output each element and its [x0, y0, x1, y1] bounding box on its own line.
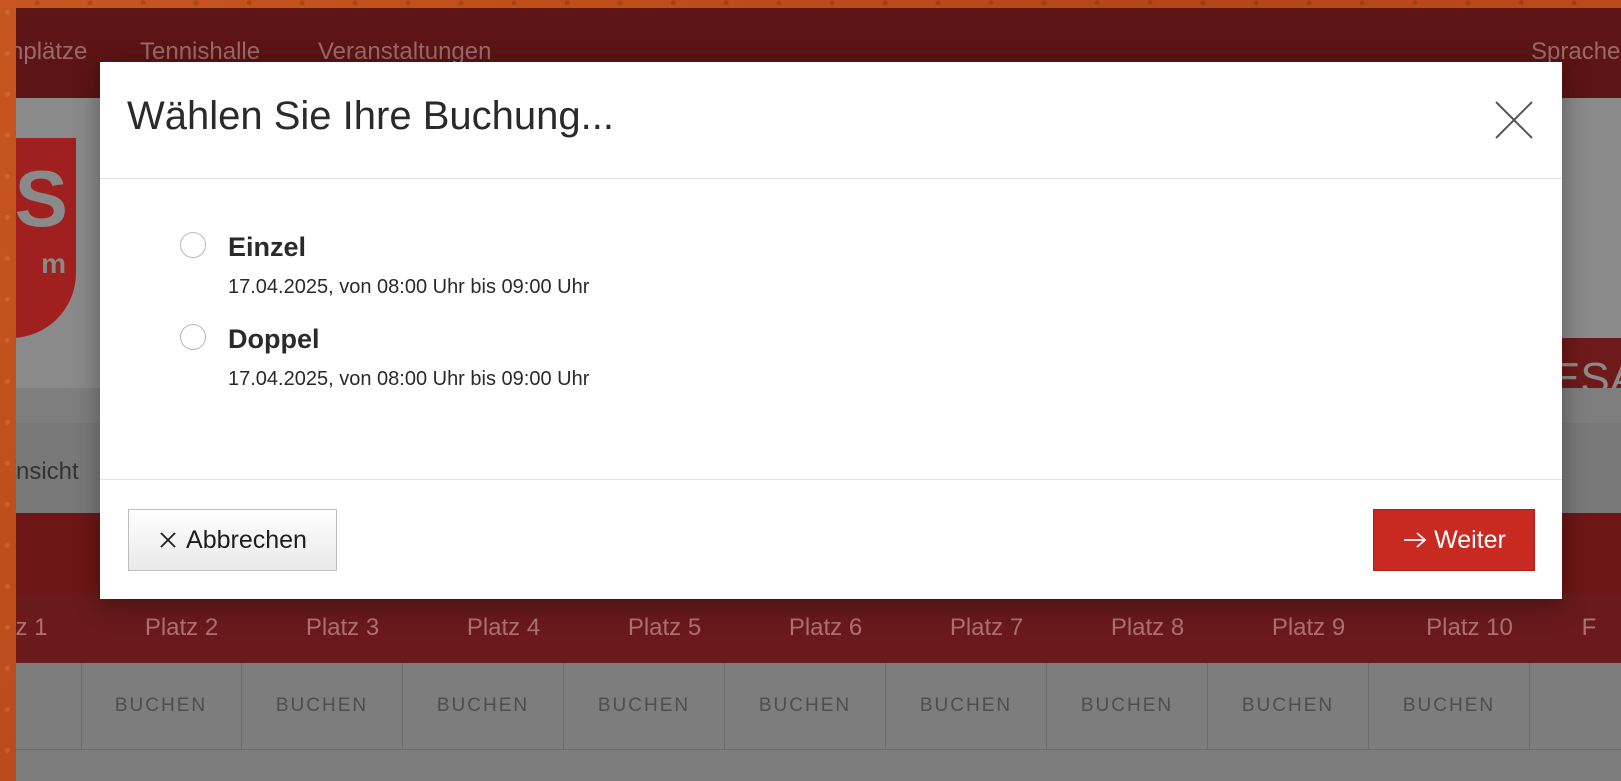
- option-detail: 17.04.2025, von 08:00 Uhr bis 09:00 Uhr: [228, 368, 590, 390]
- book-button[interactable]: BUCHEN: [886, 663, 1047, 749]
- court-header: F: [1581, 614, 1597, 641]
- option-label: Doppel: [228, 324, 320, 354]
- next-button[interactable]: Weiter: [1373, 509, 1535, 571]
- cancel-label: Abbrechen: [186, 525, 307, 554]
- x-icon: [160, 532, 176, 548]
- book-button[interactable]: BUCHEN: [1208, 663, 1369, 749]
- court-header: Platz 10: [1426, 614, 1513, 641]
- nav-item-courts[interactable]: nplätze: [16, 38, 87, 66]
- booking-row-next: [16, 749, 1621, 781]
- book-button[interactable]: [1530, 663, 1621, 749]
- dialog-title: Wählen Sie Ihre Buchung...: [127, 94, 614, 138]
- court-header: Platz 4: [466, 614, 541, 641]
- court-header-row: z 1 Platz 2 Platz 3 Platz 4 Platz 5 Plat…: [16, 593, 1621, 663]
- dialog-footer: Abbrechen Weiter: [100, 479, 1562, 600]
- booking-dialog: Wählen Sie Ihre Buchung... Einzel 17.04.…: [100, 62, 1562, 599]
- court-header: Platz 5: [627, 614, 702, 641]
- book-button[interactable]: BUCHEN: [403, 663, 564, 749]
- book-button[interactable]: EN: [16, 663, 82, 749]
- radio-einzel[interactable]: [180, 232, 206, 258]
- court-header: Platz 9: [1271, 614, 1346, 641]
- booking-row: EN BUCHEN BUCHEN BUCHEN BUCHEN BUCHEN BU…: [16, 663, 1621, 749]
- book-button[interactable]: BUCHEN: [564, 663, 725, 749]
- dialog-header: Wählen Sie Ihre Buchung...: [100, 62, 1562, 179]
- option-detail: 17.04.2025, von 08:00 Uhr bis 09:00 Uhr: [228, 276, 590, 298]
- option-einzel[interactable]: Einzel 17.04.2025, von 08:00 Uhr bis 09:…: [180, 232, 1080, 312]
- option-label: Einzel: [228, 232, 307, 262]
- book-button[interactable]: BUCHEN: [81, 663, 242, 749]
- book-button[interactable]: BUCHEN: [1369, 663, 1530, 749]
- view-label[interactable]: nsicht: [16, 458, 79, 486]
- book-button[interactable]: BUCHEN: [242, 663, 403, 749]
- court-header: Platz 3: [305, 614, 380, 641]
- court-header: Platz 7: [949, 614, 1024, 641]
- close-button[interactable]: [1492, 98, 1536, 142]
- arrow-right-icon: [1404, 532, 1427, 548]
- option-doppel[interactable]: Doppel 17.04.2025, von 08:00 Uhr bis 09:…: [180, 324, 1080, 404]
- court-header: Platz 6: [788, 614, 863, 641]
- cancel-button[interactable]: Abbrechen: [128, 509, 337, 571]
- court-header: Platz 2: [144, 614, 219, 641]
- court-header: z 1: [16, 614, 48, 641]
- court-header: Platz 8: [1110, 614, 1185, 641]
- radio-doppel[interactable]: [180, 324, 206, 350]
- next-label: Weiter: [1434, 525, 1506, 554]
- book-button[interactable]: BUCHEN: [725, 663, 886, 749]
- close-icon: [1495, 101, 1533, 139]
- book-button[interactable]: BUCHEN: [1047, 663, 1208, 749]
- logo-letter: S: [16, 154, 68, 243]
- logo-subtext: m: [41, 248, 66, 279]
